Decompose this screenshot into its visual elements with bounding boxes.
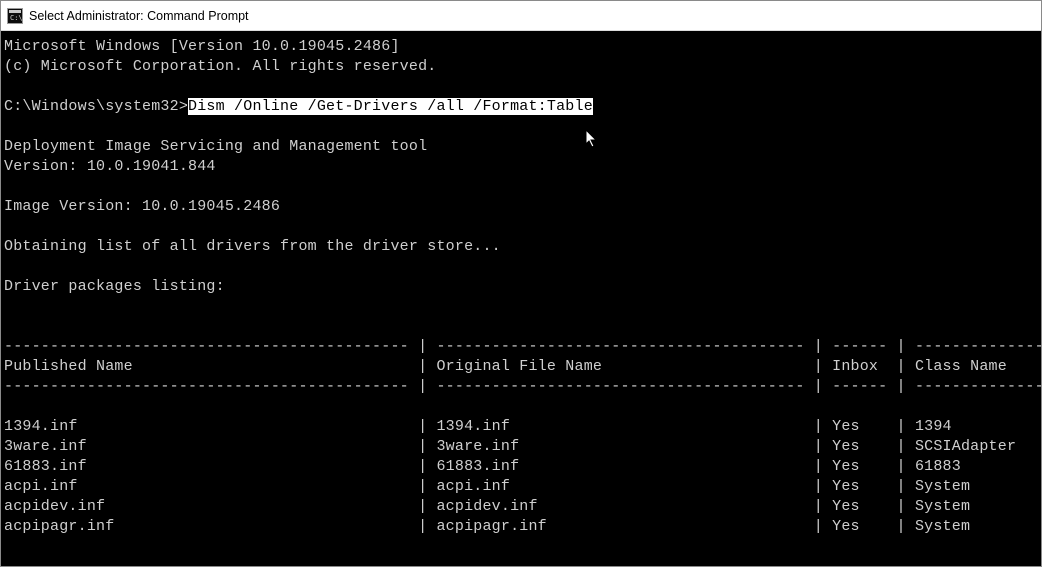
table-row: acpipagr.inf | acpipagr.inf | Yes | Syst… [4, 518, 1041, 535]
table-separator-top: ----------------------------------------… [4, 338, 1041, 355]
table-row-row: 1394.inf | 1394.inf | Yes | 1394 | [4, 417, 1041, 437]
header-line1-row: Microsoft Windows [Version 10.0.19045.24… [4, 37, 1041, 57]
obtaining-line-row: Obtaining list of all drivers from the d… [4, 237, 1041, 257]
table-row: acpi.inf | acpi.inf | Yes | System | [4, 478, 1041, 495]
tool-name: Deployment Image Servicing and Managemen… [4, 138, 427, 155]
tool-name-row: Deployment Image Servicing and Managemen… [4, 137, 1041, 157]
table-separator-mid-row: ----------------------------------------… [4, 377, 1041, 397]
titlebar[interactable]: C:\ Select Administrator: Command Prompt [1, 1, 1041, 31]
table-separator-mid: ----------------------------------------… [4, 378, 1041, 395]
image-version: Image Version: 10.0.19045.2486 [4, 198, 280, 215]
header-line1: Microsoft Windows [Version 10.0.19045.24… [4, 38, 400, 55]
listing-label: Driver packages listing: [4, 278, 225, 295]
table-row: 3ware.inf | 3ware.inf | Yes | SCSIAdapte… [4, 438, 1041, 455]
cmd-icon: C:\ [7, 8, 23, 24]
table-row: 1394.inf | 1394.inf | Yes | 1394 | [4, 418, 1041, 435]
svg-text:C:\: C:\ [10, 14, 23, 22]
tool-version: Version: 10.0.19041.844 [4, 158, 216, 175]
table-row-row: acpipagr.inf | acpipagr.inf | Yes | Syst… [4, 517, 1041, 537]
table-separator-top-row: ----------------------------------------… [4, 337, 1041, 357]
prompt-line: C:\Windows\system32>Dism /Online /Get-Dr… [4, 97, 1041, 117]
table-row: acpidev.inf | acpidev.inf | Yes | System… [4, 498, 1041, 515]
image-version-row: Image Version: 10.0.19045.2486 [4, 197, 1041, 217]
table-row-row: acpi.inf | acpi.inf | Yes | System | [4, 477, 1041, 497]
table-row: 61883.inf | 61883.inf | Yes | 61883 | [4, 458, 1041, 475]
header-line2-row: (c) Microsoft Corporation. All rights re… [4, 57, 1041, 77]
table-header: Published Name | Original File Name | In… [4, 358, 1041, 375]
table-row-row: acpidev.inf | acpidev.inf | Yes | System… [4, 497, 1041, 517]
obtaining-line: Obtaining list of all drivers from the d… [4, 238, 501, 255]
tool-version-row: Version: 10.0.19041.844 [4, 157, 1041, 177]
terminal-output[interactable]: Microsoft Windows [Version 10.0.19045.24… [1, 31, 1041, 566]
prompt-path: C:\Windows\system32> [4, 98, 188, 115]
table-row-row: 3ware.inf | 3ware.inf | Yes | SCSIAdapte… [4, 437, 1041, 457]
command-prompt-window: C:\ Select Administrator: Command Prompt… [0, 0, 1042, 567]
table-row-row: 61883.inf | 61883.inf | Yes | 61883 | [4, 457, 1041, 477]
listing-label-row: Driver packages listing: [4, 277, 1041, 297]
header-line2: (c) Microsoft Corporation. All rights re… [4, 58, 436, 75]
prompt-command: Dism /Online /Get-Drivers /all /Format:T… [188, 98, 593, 115]
table-header-row: Published Name | Original File Name | In… [4, 357, 1041, 377]
window-title: Select Administrator: Command Prompt [29, 9, 249, 23]
